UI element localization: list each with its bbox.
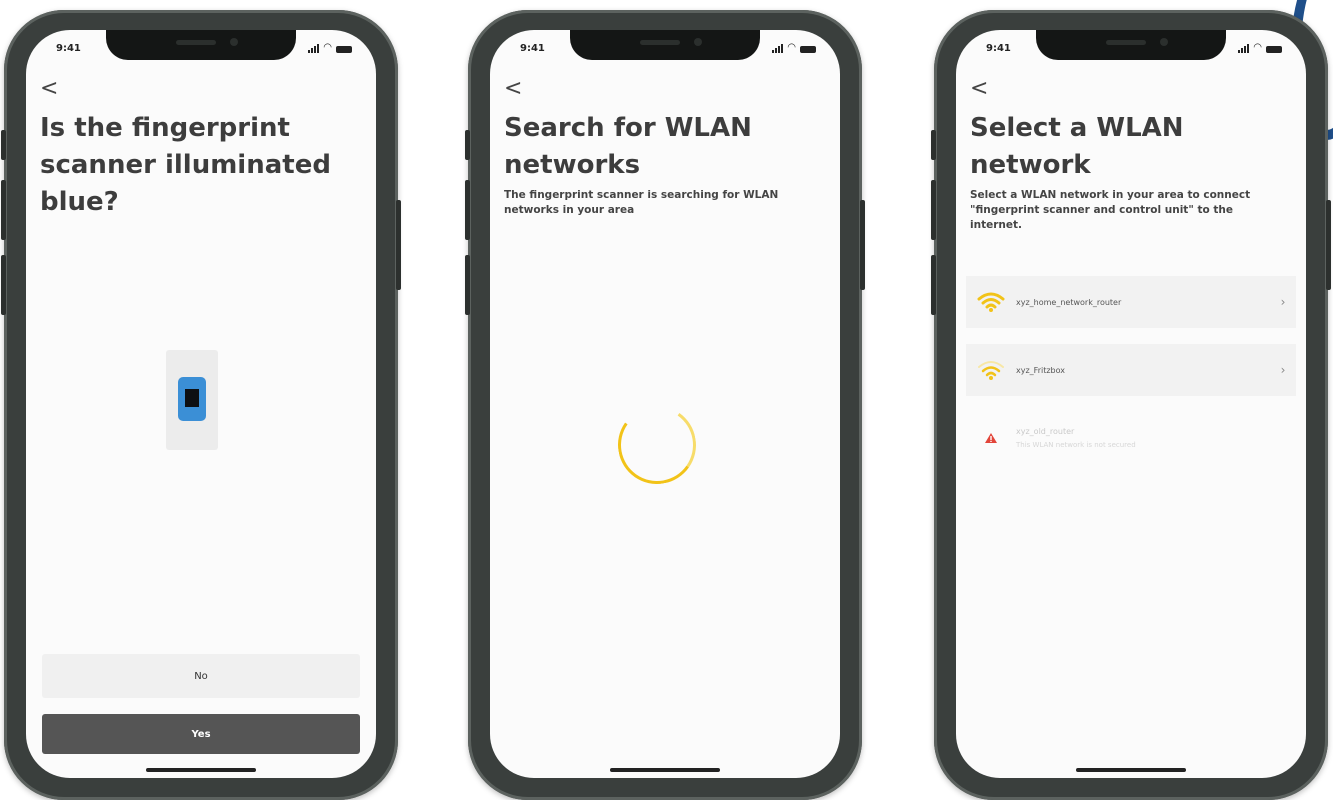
wifi-status-icon: ◠ [323, 42, 332, 53]
status-time: 9:41 [986, 43, 1011, 54]
yes-button[interactable]: Yes [42, 714, 360, 754]
loading-spinner-icon [611, 399, 703, 491]
back-button[interactable]: < [970, 76, 988, 101]
mute-switch [1, 130, 6, 160]
power-button [860, 200, 865, 290]
phone-mockup-wlan-search: 9:41 ◠ < Search for WLAN networks The fi… [465, 10, 865, 800]
status-time: 9:41 [520, 43, 545, 54]
network-name: xyz_home_network_router [1016, 297, 1122, 307]
volume-up-button [1, 180, 6, 240]
screen: 9:41 ◠ < Search for WLAN networks The fi… [490, 30, 840, 778]
wifi-weak-icon [966, 359, 1016, 381]
signal-icon [1238, 44, 1250, 53]
back-button[interactable]: < [40, 76, 58, 101]
warning-icon [966, 432, 1016, 444]
no-button[interactable]: No [42, 654, 360, 698]
status-icons: ◠ [308, 43, 352, 53]
chevron-right-icon: › [1280, 295, 1286, 309]
status-icons: ◠ [1238, 43, 1282, 53]
network-name: xyz_Fritzbox [1016, 365, 1065, 375]
page-subtitle: The fingerprint scanner is searching for… [504, 189, 779, 216]
home-indicator [146, 768, 256, 772]
scanner-sensor-icon [178, 377, 206, 421]
notch [570, 30, 760, 60]
volume-up-button [931, 180, 936, 240]
network-item-old-router: xyz_old_router This WLAN network is not … [966, 412, 1296, 464]
chevron-right-icon: › [1280, 363, 1286, 377]
signal-icon [308, 44, 320, 53]
volume-down-button [465, 255, 470, 315]
network-name: xyz_old_router This WLAN network is not … [1016, 427, 1270, 449]
power-button [396, 200, 401, 290]
status-icons: ◠ [772, 43, 816, 53]
notch [106, 30, 296, 60]
phone-mockup-wlan-select: 9:41 ◠ < Select a WLAN network Select a … [931, 10, 1331, 800]
network-item-fritzbox[interactable]: xyz_Fritzbox › [966, 344, 1296, 396]
wifi-status-icon: ◠ [787, 42, 796, 53]
network-name-text: xyz_old_router [1016, 427, 1075, 436]
network-item-home[interactable]: xyz_home_network_router › [966, 276, 1296, 328]
mute-switch [931, 130, 936, 160]
page-title: Is the fingerprint scanner illuminated b… [40, 113, 331, 217]
power-button [1326, 200, 1331, 290]
wifi-status-icon: ◠ [1253, 42, 1262, 53]
page-title: Select a WLAN network [970, 113, 1184, 180]
home-indicator [1076, 768, 1186, 772]
notch [1036, 30, 1226, 60]
mute-switch [465, 130, 470, 160]
fingerprint-scanner-illustration [166, 350, 218, 450]
home-indicator [610, 768, 720, 772]
phone-mockup-fingerprint-check: 9:41 ◠ < Is the fingerprint scanner illu… [1, 10, 401, 800]
screen: 9:41 ◠ < Select a WLAN network Select a … [956, 30, 1306, 778]
battery-icon [1266, 46, 1282, 53]
wifi-strong-icon [966, 291, 1016, 313]
page-title: Search for WLAN networks [504, 113, 752, 180]
battery-icon [800, 46, 816, 53]
page-subtitle: Select a WLAN network in your area to co… [970, 189, 1251, 231]
battery-icon [336, 46, 352, 53]
signal-icon [772, 44, 784, 53]
screen: 9:41 ◠ < Is the fingerprint scanner illu… [26, 30, 376, 778]
volume-down-button [1, 255, 6, 315]
volume-down-button [931, 255, 936, 315]
volume-up-button [465, 180, 470, 240]
status-time: 9:41 [56, 43, 81, 54]
network-warning-note: This WLAN network is not secured [1016, 441, 1136, 449]
back-button[interactable]: < [504, 76, 522, 101]
